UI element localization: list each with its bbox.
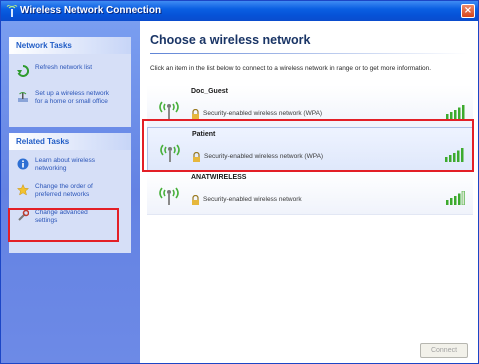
network-ssid: ANATWIRELESS <box>191 174 247 181</box>
star-icon <box>17 184 29 196</box>
page-title: Choose a wireless network <box>150 33 311 47</box>
setup-wireless-icon <box>18 92 28 102</box>
wireless-connection-window: Wireless Network Connection × Network Ta… <box>0 0 479 364</box>
network-tasks-panel: Network Tasks Refresh network list Set u… <box>9 37 131 127</box>
lock-icon <box>192 109 199 119</box>
connect-button[interactable]: Connect <box>420 343 468 358</box>
network-item-anatwireless[interactable]: ANATWIRELESS Security-enabled wireless n… <box>147 171 473 215</box>
heading-divider <box>150 53 468 54</box>
refresh-network-list-link[interactable]: Refresh network list <box>17 64 131 77</box>
close-button[interactable]: × <box>461 4 475 18</box>
close-icon: × <box>463 5 473 16</box>
highlight-patient-network <box>142 119 474 172</box>
wireless-app-icon <box>6 5 18 17</box>
main-content: Choose a wireless network Click an item … <box>140 21 478 363</box>
related-tasks-header: Related Tasks <box>9 133 131 150</box>
signal-strength-icon <box>446 191 465 205</box>
title-bar[interactable]: Wireless Network Connection × <box>1 1 478 21</box>
sidebar: Network Tasks Refresh network list Set u… <box>1 21 140 363</box>
wireless-antenna-icon <box>159 187 179 205</box>
highlight-advanced-settings <box>8 208 119 242</box>
refresh-network-list-label: Refresh network list <box>35 64 93 71</box>
network-tasks-header: Network Tasks <box>9 37 131 54</box>
refresh-icon <box>17 65 29 77</box>
change-order-label: Change the order of preferred networks <box>35 183 93 198</box>
signal-strength-icon <box>446 105 465 119</box>
network-security: Security-enabled wireless network (WPA) <box>203 110 323 117</box>
network-ssid: Doc_Guest <box>191 88 228 95</box>
instructions-text: Click an item in the list below to conne… <box>150 65 432 72</box>
setup-wireless-network-label: Set up a wireless network for a home or … <box>35 90 110 105</box>
change-order-link[interactable]: Change the order of preferred networks <box>17 183 131 198</box>
lock-icon <box>192 195 199 205</box>
info-icon <box>17 158 29 170</box>
learn-wireless-label: Learn about wireless networking <box>35 157 95 172</box>
window-title: Wireless Network Connection <box>20 5 162 16</box>
network-security: Security-enabled wireless network <box>203 196 302 203</box>
wireless-antenna-icon <box>159 101 179 119</box>
learn-wireless-link[interactable]: Learn about wireless networking <box>17 157 131 172</box>
setup-wireless-network-link[interactable]: Set up a wireless network for a home or … <box>17 90 131 105</box>
